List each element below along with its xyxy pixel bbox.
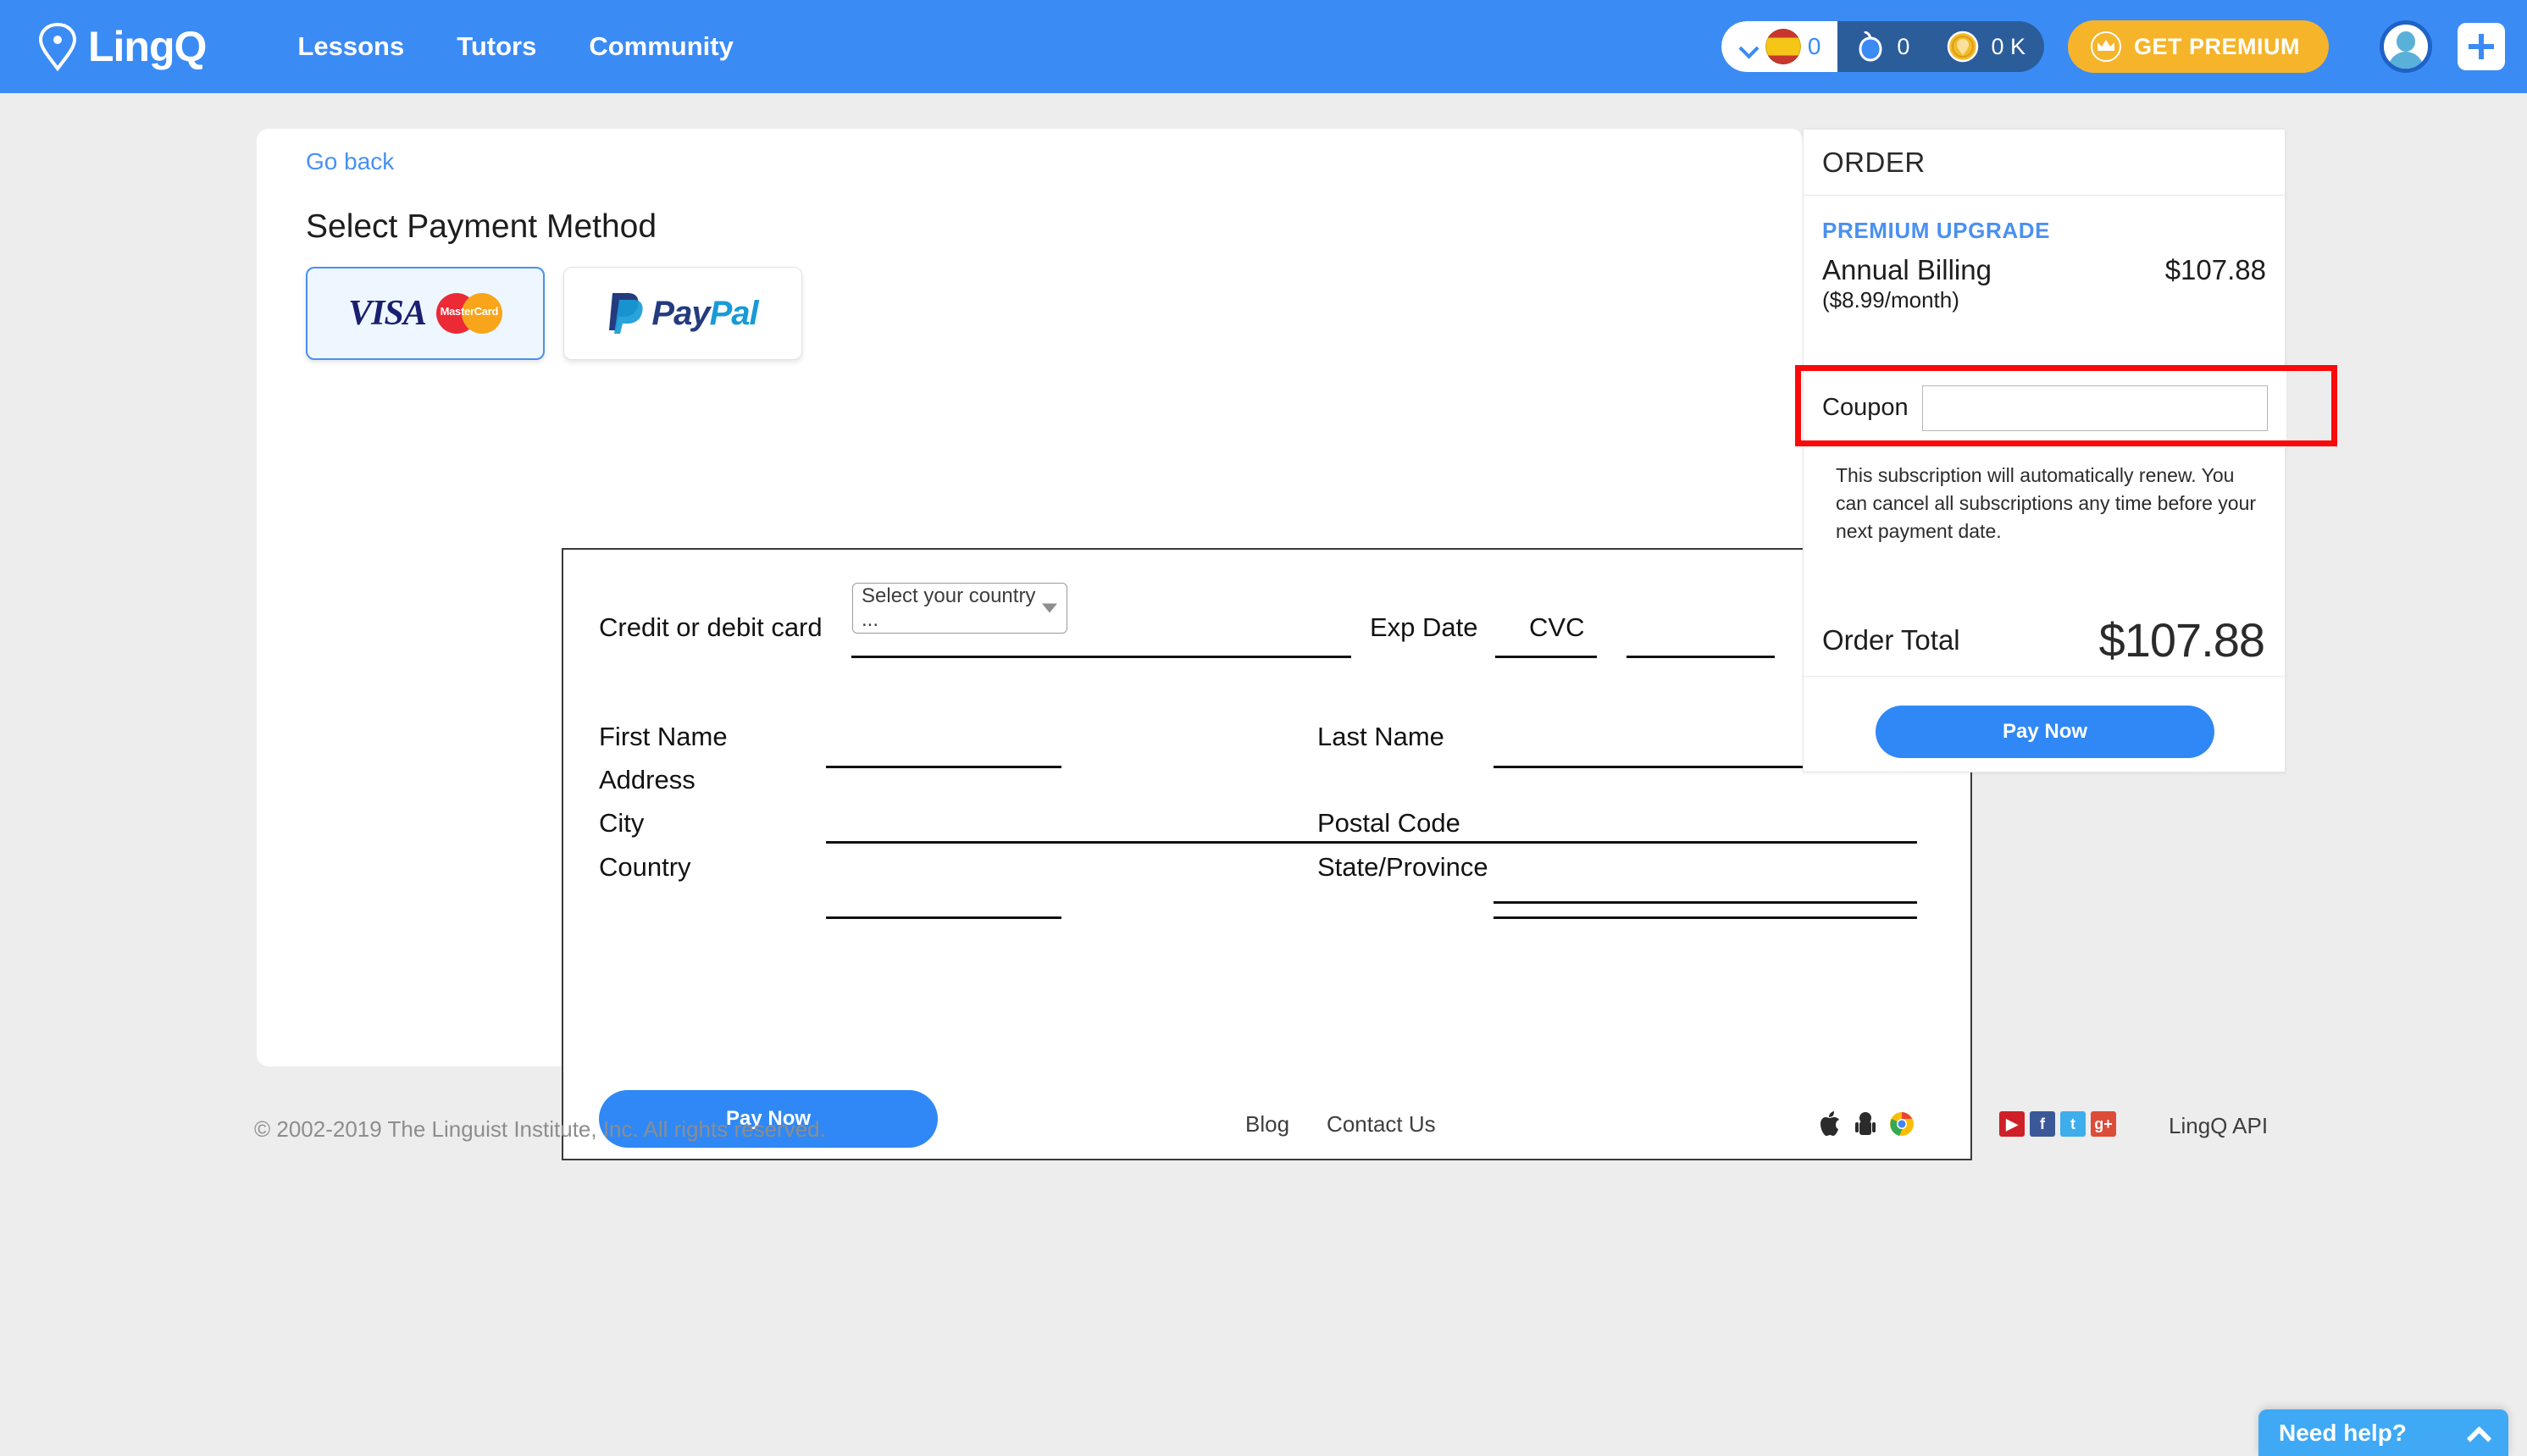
youtube-icon[interactable]: ▶: [1999, 1111, 2025, 1137]
state-province-input[interactable]: [1493, 901, 1917, 904]
paypal-glyph-icon: [607, 290, 645, 338]
apple-count: 0: [1897, 33, 1910, 59]
get-premium-button[interactable]: GET PREMIUM: [2067, 20, 2329, 73]
logo[interactable]: LingQ: [36, 22, 207, 71]
get-premium-label: GET PREMIUM: [2133, 33, 2300, 59]
paypal-pal-text: Pal: [709, 294, 759, 332]
facebook-glyph: f: [2040, 1116, 2045, 1132]
android-icon[interactable]: [1855, 1111, 1876, 1141]
coin-count: 0 K: [1991, 33, 2025, 59]
go-back-link[interactable]: Go back: [306, 148, 394, 175]
footer-link-contact-us[interactable]: Contact Us: [1327, 1111, 1436, 1138]
last-name-label: Last Name: [1317, 722, 1444, 751]
apple-icon: [1856, 31, 1885, 62]
nav-item-tutors[interactable]: Tutors: [457, 31, 536, 62]
apple-icon[interactable]: [1820, 1111, 1842, 1141]
chrome-icon[interactable]: [1889, 1111, 1915, 1141]
billing-row: Annual Billing ($8.99/month) $107.88: [1822, 254, 2266, 313]
avatar[interactable]: [2380, 20, 2432, 73]
order-heading: ORDER: [1804, 130, 2285, 196]
add-button[interactable]: [2458, 23, 2505, 70]
order-summary-panel: ORDER PREMIUM UPGRADE Annual Billing ($8…: [1795, 129, 2337, 772]
country-select[interactable]: Select your country ...: [852, 583, 1067, 634]
stats-pill: 0 0 0 K: [1721, 21, 2044, 72]
googleplus-glyph: g+: [2094, 1116, 2113, 1132]
facebook-icon[interactable]: f: [2030, 1111, 2055, 1137]
page-title: Select Payment Method: [306, 208, 657, 245]
store-badges: [1820, 1111, 1915, 1141]
twitter-icon[interactable]: t: [2060, 1111, 2086, 1137]
payment-method-card[interactable]: VISA MasterCard: [306, 267, 545, 360]
order-body: PREMIUM UPGRADE Annual Billing ($8.99/mo…: [1804, 196, 2285, 313]
need-help-widget[interactable]: Need help?: [2258, 1409, 2508, 1456]
city-input[interactable]: [826, 916, 1061, 919]
payment-card-panel: Go back Select Payment Method VISA Maste…: [257, 129, 1972, 1160]
site-footer: © 2002-2019 The Linguist Institute, Inc.…: [0, 1101, 2527, 1203]
nav-item-lessons[interactable]: Lessons: [297, 31, 404, 62]
language-selector[interactable]: 0: [1721, 21, 1838, 72]
order-total-row: Order Total $107.88: [1804, 604, 2286, 677]
billing-plan-name: Annual Billing: [1822, 254, 1992, 285]
coupon-row: Coupon: [1804, 368, 2286, 447]
coupon-input[interactable]: [1921, 385, 2268, 431]
twitter-glyph: t: [2070, 1116, 2075, 1132]
chevron-down-icon: [1042, 603, 1057, 613]
mastercard-logo: MasterCard: [435, 293, 502, 334]
pay-now-order-button[interactable]: Pay Now: [1876, 706, 2214, 758]
order-total-amount: $107.88: [2098, 613, 2265, 667]
card-number-label: Credit or debit card: [599, 612, 823, 642]
paypal-pay-text: Pay: [651, 294, 710, 332]
card-number-input[interactable]: [851, 656, 1351, 658]
exp-date-input[interactable]: [1495, 656, 1597, 658]
cvc-label: CVC: [1529, 612, 1585, 642]
lingq-pin-icon: [36, 22, 80, 71]
social-badges: ▶ f t g+: [1999, 1111, 2116, 1137]
state-province-label: State/Province: [1317, 852, 1488, 882]
payment-method-paypal[interactable]: PayPal: [563, 267, 802, 360]
exp-date-label: Exp Date: [1370, 612, 1478, 642]
country-select-value: Select your country ...: [862, 584, 1036, 631]
copyright-text: © 2002-2019 The Linguist Institute, Inc.…: [254, 1116, 826, 1142]
country-label: Country: [599, 852, 691, 882]
footer-links: Blog Contact Us: [1245, 1111, 1436, 1138]
crown-icon: [2090, 30, 2122, 63]
language-count: 0: [1807, 33, 1821, 59]
credit-card-form: Credit or debit card Exp Date CVC First …: [562, 548, 1972, 1160]
city-label: City: [599, 808, 645, 838]
youtube-glyph: ▶: [2006, 1116, 2018, 1132]
first-name-label: First Name: [599, 722, 728, 751]
postal-code-label: Postal Code: [1317, 808, 1460, 838]
order-total-label: Order Total: [1822, 623, 1960, 656]
footer-link-blog[interactable]: Blog: [1245, 1111, 1289, 1138]
googleplus-icon[interactable]: g+: [2091, 1111, 2116, 1137]
need-help-label: Need help?: [2279, 1419, 2407, 1446]
address-label: Address: [599, 765, 695, 794]
cvc-input[interactable]: [1626, 656, 1775, 658]
main-nav: Lessons Tutors Community: [297, 31, 733, 62]
renewal-note: This subscription will automatically ren…: [1836, 464, 2257, 542]
lingq-api-link[interactable]: LingQ API: [2169, 1113, 2268, 1139]
coin-stat[interactable]: 0 K: [1928, 21, 2044, 72]
apple-stat[interactable]: 0: [1837, 21, 1928, 72]
header-right-cluster: 0 0 0 K GET PREMIUM: [1721, 0, 2505, 93]
mastercard-label: MasterCard: [440, 305, 499, 318]
address-input[interactable]: [826, 841, 1917, 844]
coin-icon: [1947, 30, 1979, 63]
chevron-down-icon: [1740, 42, 1759, 53]
spain-flag-icon: [1765, 29, 1801, 64]
chevron-up-icon: [2468, 1426, 2490, 1440]
billing-price: $107.88: [2164, 254, 2266, 285]
site-header: LingQ Lessons Tutors Community 0 0 0 K G…: [0, 0, 2527, 93]
coupon-label: Coupon: [1822, 394, 1909, 421]
nav-item-community[interactable]: Community: [589, 31, 734, 62]
visa-logo: VISA: [348, 294, 427, 333]
first-name-input[interactable]: [826, 766, 1061, 768]
brand-name: LingQ: [88, 23, 207, 70]
payment-method-options: VISA MasterCard PayPal: [306, 267, 802, 360]
premium-upgrade-label: PREMIUM UPGRADE: [1822, 218, 2051, 243]
billing-plan-sub: ($8.99/month): [1822, 286, 1959, 313]
postal-code-input[interactable]: [1493, 916, 1917, 919]
